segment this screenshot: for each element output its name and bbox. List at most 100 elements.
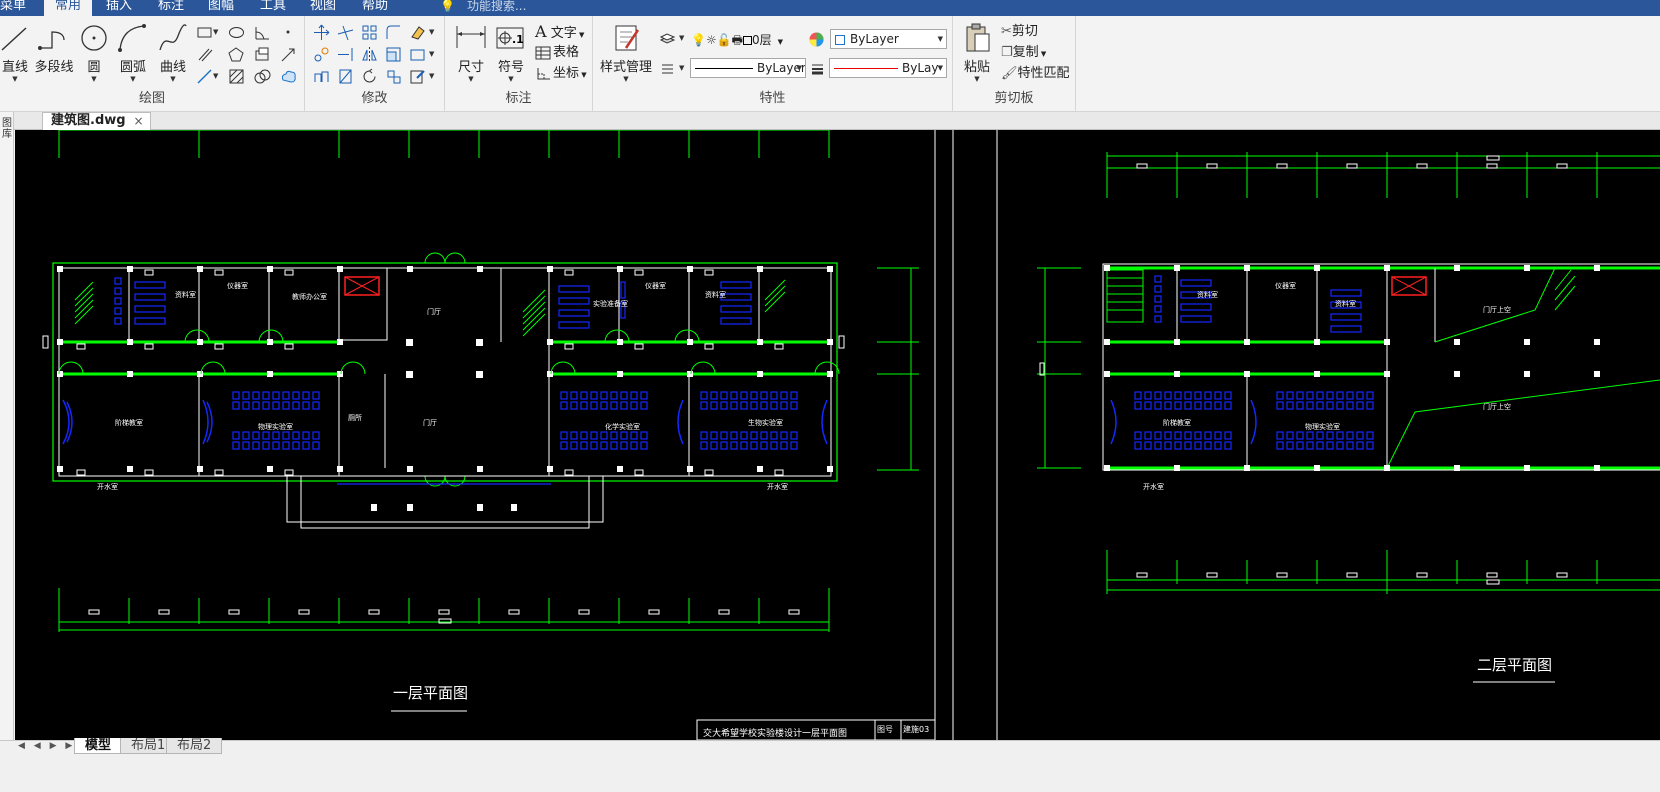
lineweight-icon[interactable] <box>809 60 826 77</box>
tab-model[interactable]: 模型 <box>74 738 123 754</box>
polyline-tool-button[interactable]: 多段线 <box>34 22 74 75</box>
desk <box>232 441 240 450</box>
desk <box>760 431 768 440</box>
function-search[interactable]: 💡 功能搜索... <box>440 0 526 16</box>
bottom-bar: ◀ ◀ ▶ ▶ 模型 布局1 布局2 <box>0 738 1660 792</box>
circle-tool-label: 圆 <box>87 60 101 75</box>
linetype-select[interactable]: ByLayer ▼ <box>690 58 806 78</box>
scale-icon[interactable] <box>385 46 402 63</box>
ray-icon[interactable] <box>280 46 297 63</box>
cloud-icon[interactable] <box>280 68 297 85</box>
symbol-icon: .1 <box>496 27 524 49</box>
document-tab[interactable]: 建筑图.dwg × <box>42 112 151 130</box>
extend-icon[interactable] <box>337 46 354 63</box>
cut-button[interactable]: ✂剪切 <box>1001 22 1038 42</box>
close-icon[interactable]: × <box>134 113 144 129</box>
color-select[interactable]: ByLayer ▼ <box>830 29 947 49</box>
desk <box>610 391 618 400</box>
desk <box>700 391 708 400</box>
coordinate-button[interactable]: 坐标 ▼ <box>535 64 587 84</box>
mirror-icon[interactable] <box>361 46 378 63</box>
copy-icon: ❐ <box>1001 45 1013 60</box>
offset-icon[interactable] <box>313 68 330 85</box>
desk <box>1286 441 1294 450</box>
desk <box>1154 275 1162 283</box>
desk <box>580 431 588 440</box>
list-icon[interactable] <box>659 60 676 77</box>
paste-button[interactable]: 粘贴 ▼ <box>959 22 995 83</box>
desk <box>790 441 798 450</box>
menu-item-tools[interactable]: 工具 <box>254 0 292 16</box>
floor-plan-2 <box>1037 152 1660 594</box>
menu-item-main[interactable]: 菜单 <box>0 0 32 16</box>
copy-button[interactable]: ❐复制 ▼ <box>1001 43 1046 63</box>
desk <box>790 431 798 440</box>
menu-item-view[interactable]: 视图 <box>304 0 342 16</box>
dimension-button[interactable]: 尺寸 ▼ <box>451 22 491 83</box>
tab-layout2[interactable]: 布局2 <box>166 738 223 754</box>
construction-line-icon[interactable] <box>196 68 213 85</box>
ellipse-icon[interactable] <box>228 24 245 41</box>
color-wheel-icon[interactable] <box>808 31 825 48</box>
menu-item-frame[interactable]: 图幅 <box>202 0 240 16</box>
desk <box>1164 401 1172 410</box>
room-label-water2: 开水室 <box>767 482 788 491</box>
desk <box>740 441 748 450</box>
match-properties-button[interactable]: 🖌特性匹配 <box>1001 64 1070 84</box>
block-icon[interactable] <box>254 46 271 63</box>
desk <box>1356 401 1364 410</box>
desk <box>1366 441 1374 450</box>
desk <box>1154 285 1162 293</box>
region-icon[interactable] <box>254 68 271 85</box>
trim-icon[interactable] <box>337 24 354 41</box>
drawing-canvas[interactable]: 资料室 仪器室 教师办公室 门厅 实验准备室 仪器室 资料室 阶梯教室 物理实验… <box>15 130 1660 740</box>
lightbulb-on-icon: 💡 <box>691 33 706 47</box>
double-line-icon[interactable] <box>196 46 213 63</box>
text-button[interactable]: A 文字 ▼ <box>535 22 584 42</box>
rectangle-icon[interactable] <box>196 24 213 41</box>
circle-tool-button[interactable]: 圆 ▼ <box>78 22 110 83</box>
arc-tool-button[interactable]: 圆弧 ▼ <box>116 22 150 83</box>
menu-item-home[interactable]: 常用 <box>44 0 92 16</box>
desk <box>750 401 758 410</box>
tab-nav-arrows-icon[interactable]: ◀ ◀ ▶ ▶ <box>18 741 75 751</box>
lineweight-select[interactable]: ByLay ▼ <box>829 58 947 78</box>
curve-tool-button[interactable]: 曲线 ▼ <box>156 22 190 83</box>
angle-icon[interactable] <box>254 24 271 41</box>
desk <box>560 431 568 440</box>
library-palette-strip[interactable]: 图库 <box>0 112 14 740</box>
point-icon[interactable] <box>280 24 297 41</box>
move-icon[interactable] <box>313 24 330 41</box>
table-button[interactable]: 表格 <box>535 43 579 63</box>
menu-item-help[interactable]: 帮助 <box>356 0 394 16</box>
array-icon[interactable] <box>361 24 378 41</box>
style-manager-button[interactable]: 样式管理 ▼ <box>599 22 653 83</box>
desk <box>1296 441 1304 450</box>
layer-control[interactable]: 💡☼🔓🖶 0层 ▼ <box>691 30 801 50</box>
rotate-icon[interactable] <box>361 68 378 85</box>
copy-object-icon[interactable] <box>313 46 330 63</box>
layer-manager-icon[interactable] <box>659 30 676 47</box>
desk <box>1336 441 1344 450</box>
menu-item-insert[interactable]: 插入 <box>100 0 138 16</box>
line-tool-button[interactable]: 直线 ▼ <box>0 22 30 83</box>
ribbon-group-modify: ▼ ▼ ▼ 修改 <box>305 16 445 112</box>
desk <box>590 401 598 410</box>
break-icon[interactable] <box>337 68 354 85</box>
document-tab-label: 建筑图.dwg <box>51 113 126 128</box>
lineweight-value: ByLay <box>902 61 939 75</box>
symbol-button[interactable]: .1 符号 ▼ <box>493 22 529 83</box>
menu-item-annotate[interactable]: 标注 <box>152 0 190 16</box>
edit-icon[interactable] <box>409 68 426 85</box>
erase-icon[interactable] <box>409 24 426 41</box>
stretch-icon[interactable] <box>409 46 426 63</box>
coordinate-icon <box>537 67 550 79</box>
explode-icon[interactable] <box>385 68 402 85</box>
polygon-icon[interactable] <box>228 46 245 63</box>
fillet-icon[interactable] <box>385 24 402 41</box>
desk <box>570 401 578 410</box>
desk <box>610 431 618 440</box>
hatch-icon[interactable] <box>228 68 245 85</box>
room-label-library2-s2: 资料室 <box>1197 290 1218 299</box>
desk <box>1366 401 1374 410</box>
